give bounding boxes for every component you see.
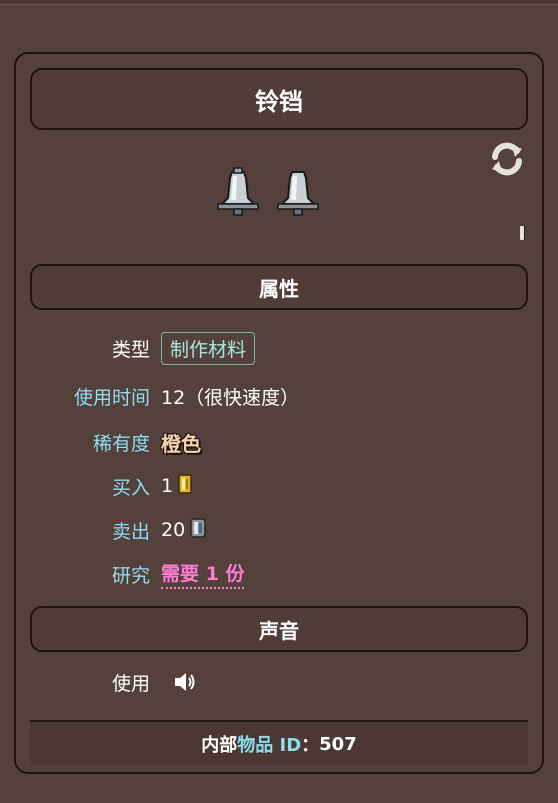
- attr-row-use-time: 使用时间 12（很快速度）: [16, 378, 542, 414]
- rarity-value: 橙色: [161, 431, 201, 456]
- attr-row-rarity: 稀有度 橙色: [16, 424, 542, 460]
- attr-label-sell: 卖出: [111, 520, 150, 543]
- type-tag[interactable]: 制作材料: [161, 331, 256, 365]
- bell-icon: [277, 171, 319, 216]
- footer-prefix-2: 物品 ID: [237, 735, 302, 756]
- attr-row-buy: 买入 1: [16, 468, 542, 504]
- attr-row-research: 研究 需要 1 份: [16, 556, 542, 592]
- internal-id-value: 507: [319, 733, 357, 755]
- sound-label-use: 使用: [111, 672, 150, 695]
- attr-row-type: 类型 制作材料: [16, 330, 542, 366]
- item-title: 铃铛: [30, 68, 528, 130]
- attr-value-use-time: 12（很快速度）: [161, 386, 300, 409]
- refresh-icon[interactable]: [488, 140, 526, 178]
- silver-coin-icon: [189, 517, 207, 544]
- section-header-sound: 声音: [30, 606, 528, 652]
- bell-icon: [217, 167, 259, 216]
- item-images: [212, 164, 342, 224]
- attr-label-type: 类型: [111, 338, 150, 361]
- footer-prefix-1: 内部: [201, 735, 238, 756]
- attr-row-sell: 卖出 20: [16, 512, 542, 548]
- attr-label-research: 研究: [111, 564, 150, 587]
- attr-label-rarity: 稀有度: [92, 432, 150, 455]
- speaker-icon[interactable]: [173, 671, 197, 693]
- top-divider: [0, 0, 558, 5]
- attr-label-buy: 买入: [111, 476, 150, 499]
- gold-coin-icon: [177, 473, 193, 500]
- research-link[interactable]: 需要 1 份: [161, 559, 245, 589]
- buy-value: 1: [161, 475, 174, 497]
- scroll-marker: [520, 226, 524, 240]
- sound-row-use: 使用: [16, 664, 542, 700]
- attr-label-use-time: 使用时间: [73, 386, 150, 409]
- internal-id-footer: 内部 物品 ID： 507: [30, 720, 528, 766]
- section-header-attributes: 属性: [30, 264, 528, 310]
- footer-prefix-3: ：: [301, 735, 320, 756]
- item-infobox: 铃铛 属性 类型 制作材料 使用时间 12（很快速度） 稀有度 橙色 买入 1 …: [14, 52, 544, 774]
- sell-value: 20: [161, 519, 186, 541]
